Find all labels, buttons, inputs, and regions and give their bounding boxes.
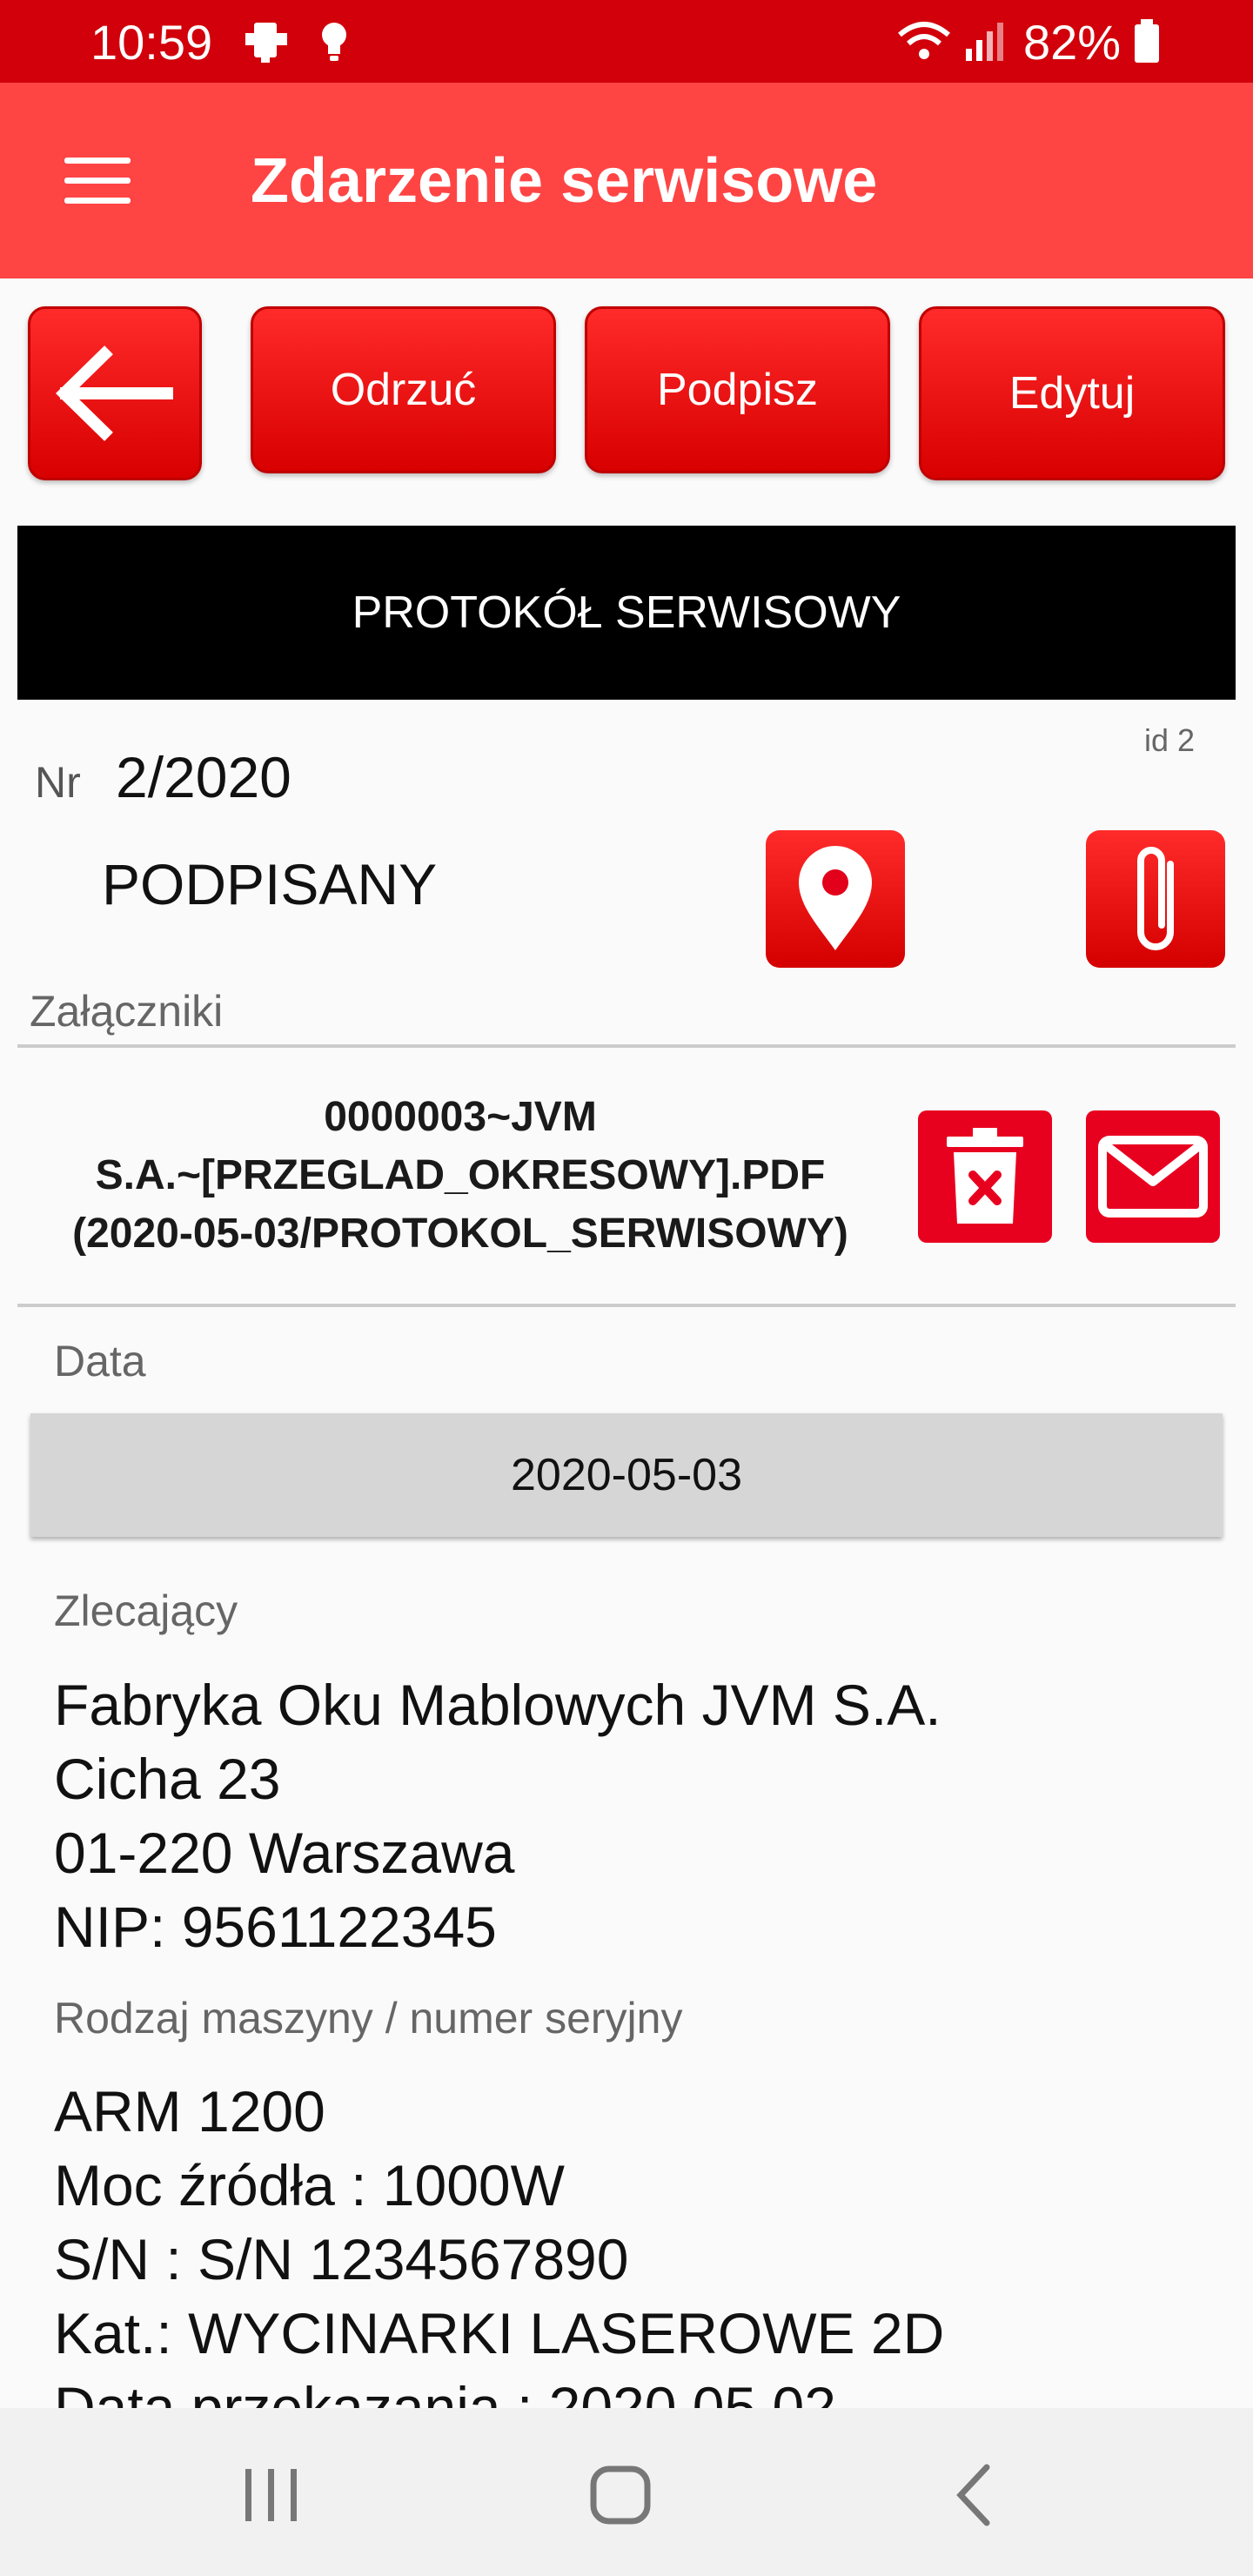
attachments-bottom-divider xyxy=(17,1304,1236,1307)
home-icon[interactable] xyxy=(586,2462,656,2528)
client-details: Fabryka Oku Mablowych JVM S.A. Cicha 23 … xyxy=(54,1668,941,1964)
attachments-label: Załączniki xyxy=(30,987,224,1036)
location-button[interactable] xyxy=(766,830,905,968)
date-label: Data xyxy=(54,1337,146,1385)
map-pin-icon xyxy=(799,846,872,950)
battery-icon xyxy=(1135,19,1159,63)
record-id: id 2 xyxy=(1144,722,1196,758)
delete-attachment-button[interactable] xyxy=(918,1110,1052,1243)
recent-apps-icon[interactable] xyxy=(237,2465,306,2525)
app-bar: Zdarzenie serwisowe xyxy=(0,83,1253,278)
trash-icon xyxy=(947,1128,1023,1224)
machine-line: Moc źródła : 1000W xyxy=(54,2153,565,2217)
nr-label: Nr xyxy=(35,758,81,807)
machine-line: ARM 1200 xyxy=(54,2079,325,2143)
attachment-line-2: S.A.~[PRZEGLAD_OKRESOWY].PDF xyxy=(95,1152,826,1198)
protocol-banner: PROTOKÓŁ SERWISOWY xyxy=(17,526,1236,700)
client-line: NIP: 9561122345 xyxy=(54,1895,497,1959)
hamburger-icon[interactable] xyxy=(52,151,139,211)
client-line: Cicha 23 xyxy=(54,1747,281,1811)
attachment-line-1: 0000003~JVM xyxy=(324,1094,597,1140)
sign-button[interactable]: Podpisz xyxy=(585,306,890,473)
back-button[interactable] xyxy=(28,306,202,480)
arrow-left-icon xyxy=(55,345,173,441)
client-label: Zlecający xyxy=(54,1587,238,1635)
nr-value: 2/2020 xyxy=(116,745,291,809)
envelope-icon xyxy=(1098,1136,1208,1218)
edit-button[interactable]: Edytuj xyxy=(919,306,1225,480)
lightbulb-icon xyxy=(322,23,346,61)
signal-icon xyxy=(966,23,1003,61)
status-text: PODPISANY xyxy=(102,852,438,916)
date-field[interactable]: 2020-05-03 xyxy=(30,1413,1223,1537)
machine-line: S/N : S/N 1234567890 xyxy=(54,2227,629,2291)
reject-button[interactable]: Odrzuć xyxy=(251,306,556,473)
paperclip-icon xyxy=(1137,847,1174,950)
attach-button[interactable] xyxy=(1086,830,1225,968)
wifi-icon xyxy=(898,22,950,59)
status-time: 10:59 xyxy=(90,15,213,70)
machine-details: ARM 1200 Moc źródła : 1000W S/N : S/N 12… xyxy=(54,2075,944,2445)
page-title: Zdarzenie serwisowe xyxy=(251,146,878,216)
status-bar: 10:59 82% xyxy=(0,0,1253,83)
attachment-filename[interactable]: 0000003~JVM S.A.~[PRZEGLAD_OKRESOWY].PDF… xyxy=(21,1088,900,1263)
battery-percentage: 82% xyxy=(1023,15,1122,70)
machine-line: Kat.: WYCINARKI LASEROWE 2D xyxy=(54,2301,945,2365)
attachment-line-3: (2020-05-03/PROTOKOL_SERWISOWY) xyxy=(72,1211,848,1257)
machine-label: Rodzaj maszyny / numer seryjny xyxy=(54,1994,683,2043)
navigation-bar xyxy=(0,2408,1253,2576)
notification-icon xyxy=(245,23,287,63)
client-line: 01-220 Warszawa xyxy=(54,1821,515,1885)
back-nav-icon[interactable] xyxy=(948,2462,1001,2528)
email-attachment-button[interactable] xyxy=(1086,1110,1220,1243)
client-line: Fabryka Oku Mablowych JVM S.A. xyxy=(54,1673,941,1737)
attachments-divider xyxy=(17,1044,1236,1048)
